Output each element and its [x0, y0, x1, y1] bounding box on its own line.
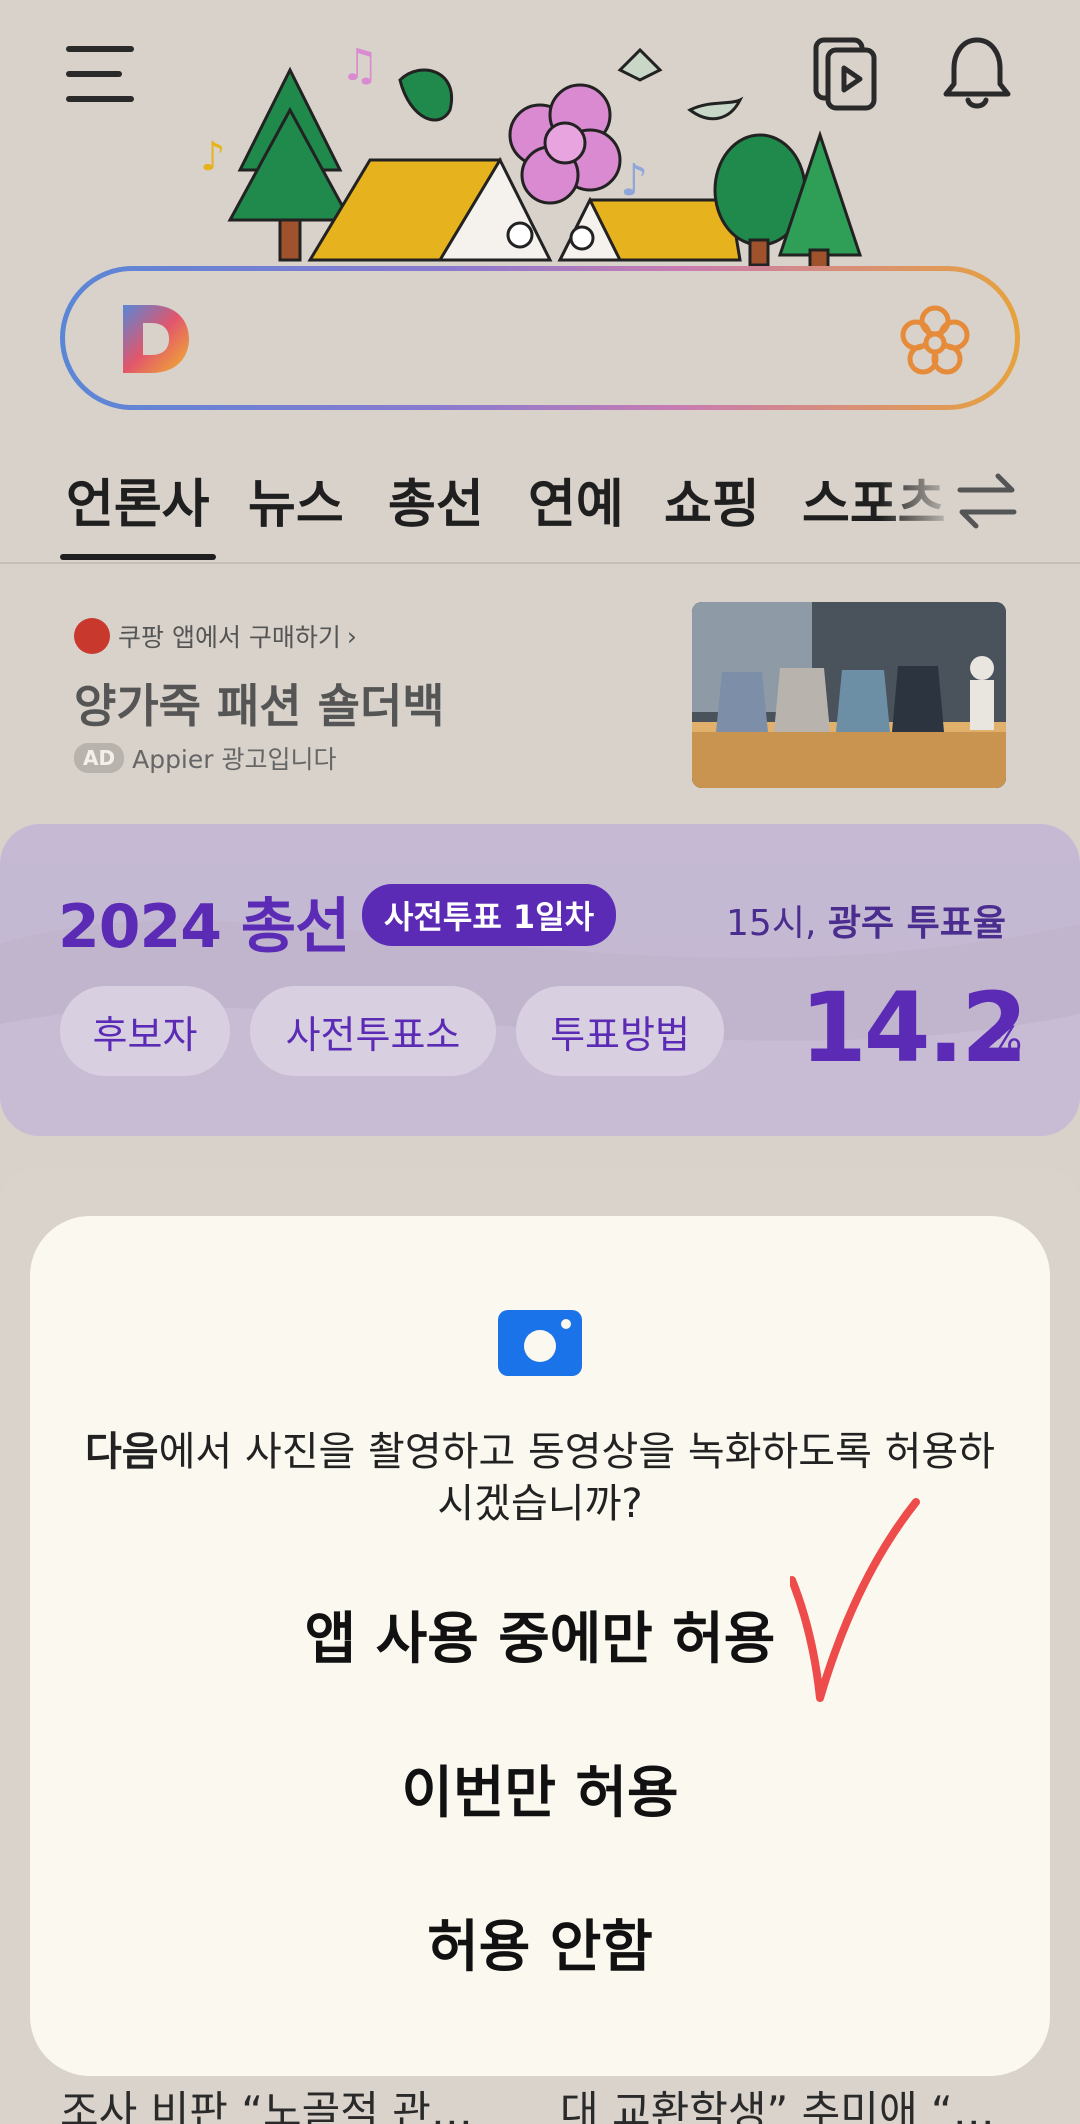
coupang-logo-icon [74, 618, 110, 654]
chevron-right-icon: › [346, 621, 357, 651]
ad-product-image [692, 602, 1006, 788]
camera-permission-dialog: 다음에서 사진을 촬영하고 동영상을 녹화하도록 허용하시겠습니까? 앱 사용 … [30, 1216, 1050, 2076]
permission-message-text: 에서 사진을 촬영하고 동영상을 녹화하도록 허용하시겠습니까? [158, 1429, 995, 1527]
turnout-label: 15시, 광주 투표율 [726, 903, 1006, 944]
election-card[interactable]: 2024 총선 사전투표 1일차 15시, 광주 투표율 후보자 사전투표소 투… [0, 824, 1080, 1136]
header-doodle-illustration: ♪ ♫ ♪ [200, 40, 863, 270]
ad-advertiser: Appier 광고입니다 [132, 745, 337, 774]
turnout-unit: % [988, 1020, 1023, 1061]
menu-icon[interactable] [66, 44, 136, 104]
tab-news[interactable]: 뉴스 [248, 462, 344, 537]
polling-stations-chip[interactable]: 사전투표소 [250, 986, 496, 1076]
tab-press[interactable]: 언론사 [60, 462, 216, 560]
app-name: 다음 [85, 1429, 159, 1475]
ad-meta: AD Appier 광고입니다 [74, 740, 337, 776]
ad-banner[interactable]: 쿠팡 앱에서 구매하기 › 양가죽 패션 숄더백 AD Appier 광고입니다 [0, 566, 1080, 806]
deny-button[interactable]: 허용 안함 [90, 1898, 990, 1998]
permission-message: 다음에서 사진을 촬영하고 동영상을 녹화하도록 허용하시겠습니까? [70, 1426, 1010, 1530]
ad-title: 양가죽 패션 숄더백 [74, 679, 445, 733]
svg-text:♫: ♫ [340, 40, 379, 91]
election-title: 2024 총선 [58, 892, 350, 962]
category-tabs: 언론사 뉴스 총선 연예 쇼핑 스포츠 [0, 450, 1080, 564]
flower-icon[interactable] [899, 305, 971, 377]
tab-shopping[interactable]: 쇼핑 [664, 462, 760, 537]
tab-election[interactable]: 총선 [388, 462, 484, 537]
search-bar[interactable] [60, 266, 1020, 410]
ad-source-link[interactable]: 쿠팡 앱에서 구매하기 › [74, 618, 357, 654]
daum-logo-icon [123, 305, 189, 373]
svg-text:♪: ♪ [200, 134, 226, 180]
allow-while-using-button[interactable]: 앱 사용 중에만 허용 [90, 1590, 990, 1690]
tab-entertainment[interactable]: 연예 [528, 462, 624, 537]
swap-arrows-icon[interactable] [952, 466, 1022, 536]
allow-once-button[interactable]: 이번만 허용 [90, 1744, 990, 1844]
app-header: ♪ ♫ ♪ 언론사 뉴스 총선 연예 쇼핑 스포츠 [0, 0, 1080, 564]
voting-method-chip[interactable]: 투표방법 [516, 986, 724, 1076]
svg-text:♪: ♪ [620, 155, 648, 206]
bell-icon[interactable] [942, 32, 1012, 112]
news-peek-right[interactable]: 대 교환학생” 추미애 “… [560, 2078, 995, 2124]
video-icon[interactable] [810, 34, 880, 114]
candidates-chip[interactable]: 후보자 [60, 986, 230, 1076]
news-peek-left[interactable]: 조사 비판 “노골적 관… [60, 2078, 473, 2124]
camera-icon [498, 1310, 582, 1376]
ad-source-label: 쿠팡 앱에서 구매하기 [118, 623, 341, 652]
ad-badge: AD [74, 743, 125, 773]
early-voting-badge: 사전투표 1일차 [362, 884, 617, 946]
